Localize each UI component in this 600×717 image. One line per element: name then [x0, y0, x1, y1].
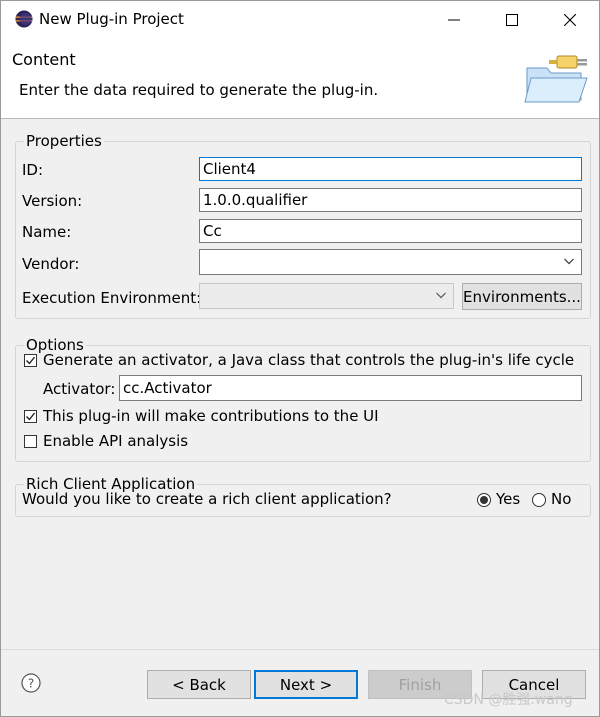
properties-group: Properties ID: Version: Name: Vendor: Ex…	[15, 132, 591, 319]
chevron-down-icon	[564, 258, 574, 265]
chevron-down-icon	[436, 292, 446, 299]
id-input[interactable]	[199, 157, 582, 181]
ui-contributions-checkbox[interactable]	[24, 410, 37, 423]
api-analysis-label: Enable API analysis	[43, 432, 189, 450]
rca-yes-radio[interactable]	[477, 493, 491, 507]
id-label: ID:	[22, 161, 44, 179]
rca-no-radio[interactable]	[532, 493, 546, 507]
close-icon	[564, 13, 576, 26]
rich-client-application-group: Rich Client Application Would you like t…	[15, 475, 591, 517]
radio-selected-dot	[480, 496, 488, 504]
watermark: CSDN @胜强.wang	[444, 692, 573, 708]
vendor-combo[interactable]	[199, 249, 582, 275]
activator-label: Activator:	[43, 380, 116, 398]
vendor-label: Vendor:	[22, 255, 80, 273]
environments-button[interactable]: Environments...	[462, 283, 582, 310]
name-input[interactable]	[199, 219, 582, 243]
checkmark-icon	[26, 412, 36, 421]
plugin-folder-icon	[524, 55, 588, 103]
window-title: New Plug-in Project	[39, 10, 184, 28]
generate-activator-checkbox[interactable]	[24, 354, 37, 367]
version-label: Version:	[22, 192, 83, 210]
wizard-header: Content Enter the data required to gener…	[1, 38, 599, 119]
svg-text:?: ?	[28, 677, 34, 691]
close-button[interactable]	[541, 1, 599, 38]
version-input[interactable]	[199, 188, 582, 212]
api-analysis-checkbox[interactable]	[24, 435, 37, 448]
execution-environment-combo[interactable]	[199, 283, 454, 309]
footer-divider	[1, 649, 599, 650]
title-bar: New Plug-in Project	[1, 1, 599, 38]
execution-environment-label: Execution Environment:	[22, 289, 202, 307]
maximize-icon	[506, 13, 518, 26]
help-icon[interactable]: ?	[21, 673, 41, 693]
next-button[interactable]: Next >	[254, 670, 358, 699]
back-button[interactable]: < Back	[147, 670, 251, 699]
page-title: Content	[12, 50, 76, 69]
minimize-icon	[448, 19, 460, 20]
options-group: Options Generate an activator, a Java cl…	[15, 336, 591, 462]
activator-input[interactable]	[119, 375, 582, 401]
maximize-button[interactable]	[483, 1, 541, 38]
rca-yes-label: Yes	[496, 490, 521, 508]
properties-group-label: Properties	[24, 132, 104, 150]
new-plugin-project-dialog: New Plug-in Project Content Enter the da…	[0, 0, 600, 717]
name-label: Name:	[22, 223, 72, 241]
rca-question: Would you like to create a rich client a…	[22, 490, 392, 508]
rca-no-label: No	[551, 490, 572, 508]
generate-activator-label: Generate an activator, a Java class that…	[43, 351, 575, 369]
page-description: Enter the data required to generate the …	[19, 81, 379, 99]
checkmark-icon	[26, 356, 36, 365]
minimize-button[interactable]	[425, 1, 483, 38]
eclipse-icon	[15, 10, 33, 28]
ui-contributions-label: This plug-in will make contributions to …	[43, 407, 379, 425]
